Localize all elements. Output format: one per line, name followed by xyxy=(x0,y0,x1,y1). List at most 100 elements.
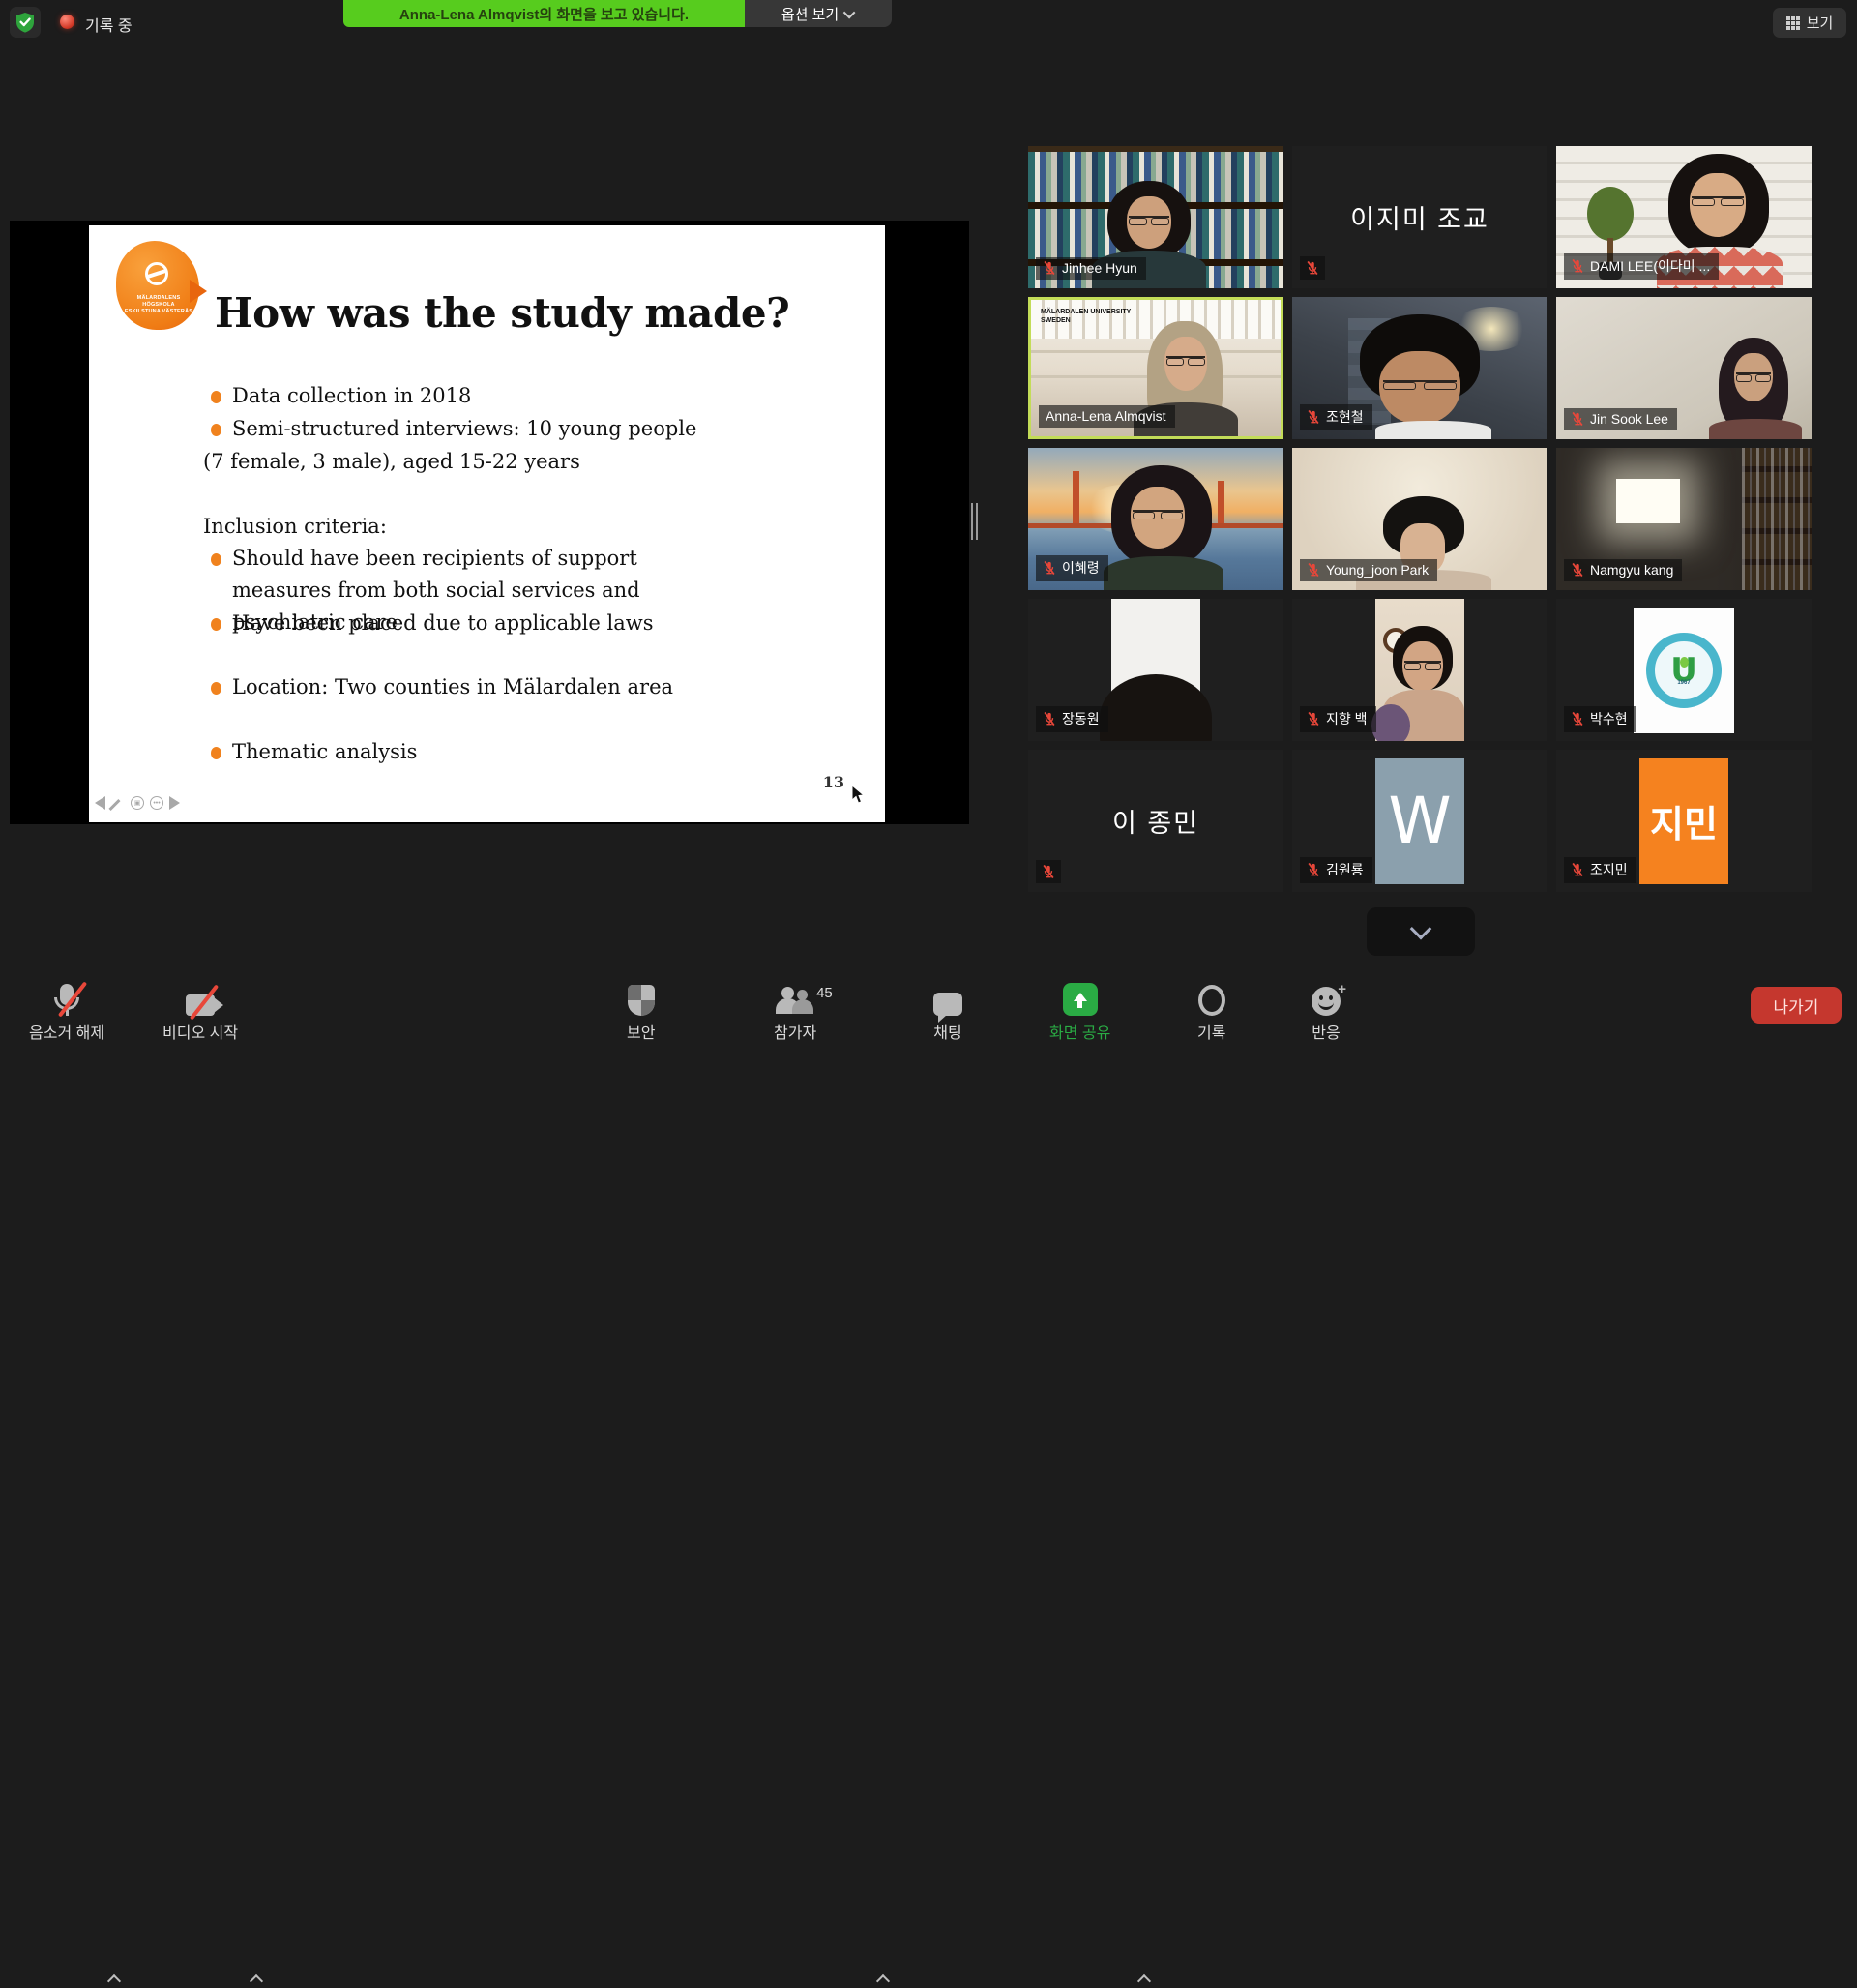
chat-label: 채팅 xyxy=(933,1020,961,1043)
camera-off-icon xyxy=(186,987,215,1016)
participant-name-label: 이혜령 xyxy=(1036,555,1108,581)
video-tile-lee-jimi[interactable]: 이지미 조교 xyxy=(1292,146,1548,288)
leave-meeting-button[interactable]: 나가기 xyxy=(1751,987,1842,1024)
chat-button[interactable]: 채팅 xyxy=(933,981,962,1043)
previous-slide-icon[interactable] xyxy=(95,796,105,810)
video-tile-dami-lee[interactable]: DAMI LEE(이다미 ... xyxy=(1556,146,1812,288)
start-video-button[interactable]: 비디오 시작 xyxy=(162,981,238,1043)
participant-name-label: Jin Sook Lee xyxy=(1564,408,1677,430)
video-tile-cho-ji-min[interactable]: 지민 조지민 xyxy=(1556,750,1812,892)
pen-tool-icon[interactable] xyxy=(111,796,125,810)
muted-mic-icon xyxy=(1571,258,1584,274)
slide-title: How was the study made? xyxy=(215,289,789,337)
muted-mic-icon xyxy=(1307,562,1320,578)
logo-text-line2: ESKILSTUNA VÄSTERÅS xyxy=(125,309,192,314)
university-logo-line2: SWEDEN xyxy=(1041,317,1071,324)
record-icon xyxy=(1198,985,1225,1016)
participant-name: Anna-Lena Almqvist xyxy=(1046,408,1166,424)
slide-bullet: Thematic analysis xyxy=(232,736,735,768)
view-options-label: 옵션 보기 xyxy=(781,4,839,24)
video-tile-lee-jong-min[interactable]: 이 종민 xyxy=(1028,750,1283,892)
participants-count: 45 xyxy=(816,985,833,1001)
participant-name: DAMI LEE(이다미 ... xyxy=(1590,256,1710,276)
collapse-gallery-button[interactable] xyxy=(1367,907,1475,956)
bridge-tower xyxy=(1218,481,1224,525)
participant-name-label: 조지민 xyxy=(1564,857,1636,883)
video-tile-park-su-hyun[interactable]: U 1967 박수현 xyxy=(1556,599,1812,741)
video-tile-cho-hyun-chul[interactable]: 조현철 xyxy=(1292,297,1548,439)
portrait-video-strip xyxy=(1111,599,1200,741)
reactions-button[interactable]: + 반응 xyxy=(1312,981,1341,1043)
logo-text-line1: MÄLARDALENS HÖGSKOLA xyxy=(137,295,181,308)
shared-screen-area: MÄLARDALENS HÖGSKOLA ESKILSTUNA VÄSTERÅS… xyxy=(10,221,969,824)
security-label: 보안 xyxy=(627,1020,655,1043)
reactions-smiley-icon: + xyxy=(1312,987,1341,1016)
participants-options-chevron[interactable] xyxy=(876,1974,890,1988)
record-button[interactable]: 기록 xyxy=(1197,981,1225,1043)
share-screen-icon xyxy=(1063,983,1098,1016)
recording-dot-icon xyxy=(60,15,74,29)
malardalen-hogskola-logo: MÄLARDALENS HÖGSKOLA ESKILSTUNA VÄSTERÅS xyxy=(116,241,209,334)
mouse-cursor-icon xyxy=(851,785,866,805)
security-shield-button[interactable] xyxy=(10,7,41,38)
name-avatar: 지민 xyxy=(1639,758,1728,884)
video-tile-anna-lena-almqvist-active-speaker[interactable]: MÄLARDALEN UNIVERSITY SWEDEN Anna-Lena A… xyxy=(1028,297,1283,439)
participant-mute-badge xyxy=(1300,256,1325,280)
video-tile-jin-sook-lee[interactable]: Jin Sook Lee xyxy=(1556,297,1812,439)
participant-name-label: 김원룡 xyxy=(1300,857,1372,883)
letter-avatar: W xyxy=(1375,758,1464,884)
chevron-down-icon xyxy=(843,6,856,18)
share-screen-label: 화면 공유 xyxy=(1049,1020,1110,1043)
muted-mic-icon xyxy=(1043,711,1056,727)
participants-label: 참가자 xyxy=(774,1020,816,1043)
view-button[interactable]: 보기 xyxy=(1773,8,1846,38)
security-button[interactable]: 보안 xyxy=(627,981,655,1043)
meeting-toolbar: 음소거 해제 비디오 시작 보안 45 참가자 채팅 화면 공유 기록 xyxy=(0,975,1857,1045)
leave-label: 나가기 xyxy=(1774,994,1819,1018)
share-screen-button[interactable]: 화면 공유 xyxy=(1049,981,1110,1043)
avatar-letter: W xyxy=(1375,758,1464,884)
gallery-grid-icon xyxy=(1786,16,1800,30)
participant-name: 박수현 xyxy=(1590,709,1628,728)
laser-pointer-icon[interactable]: ▣ xyxy=(131,796,144,810)
muted-mic-icon xyxy=(1307,862,1320,877)
slide-bullet: Data collection in 2018 xyxy=(232,380,735,412)
more-options-icon[interactable]: ••• xyxy=(150,796,163,810)
unmute-button[interactable]: 음소거 해제 xyxy=(29,981,104,1043)
participant-name: 이혜령 xyxy=(1062,558,1100,578)
video-tile-jinhee-hyun[interactable]: Jinhee Hyun xyxy=(1028,146,1283,288)
video-tile-jang-dong-won[interactable]: 장동원 xyxy=(1028,599,1283,741)
slide-text-line: (7 female, 3 male), aged 15-22 years xyxy=(203,446,706,478)
muted-mic-icon xyxy=(1307,711,1320,727)
participant-name: 조현철 xyxy=(1326,407,1364,427)
slide-bullet: Have been placed due to applicable laws xyxy=(232,608,735,639)
shield-check-icon xyxy=(15,12,35,33)
participants-icon xyxy=(776,987,814,1016)
share-options-chevron[interactable] xyxy=(1137,1974,1151,1988)
participants-button[interactable]: 45 참가자 xyxy=(774,981,816,1043)
start-video-label: 비디오 시작 xyxy=(162,1020,238,1043)
video-options-chevron[interactable] xyxy=(250,1974,263,1988)
muted-mic-icon xyxy=(1571,862,1584,877)
participant-name: 지향 백 xyxy=(1326,709,1368,728)
video-tile-kim-won-ryong[interactable]: W 김원룡 xyxy=(1292,750,1548,892)
slide-bullet: Location: Two counties in Mälardalen are… xyxy=(232,671,735,703)
video-tile-young-joon-park[interactable]: Young_joon Park xyxy=(1292,448,1548,590)
mic-options-chevron[interactable] xyxy=(107,1974,121,1988)
video-tile-jihyang-baek[interactable]: 지향 백 xyxy=(1292,599,1548,741)
university-logo-line1: MÄLARDALEN UNIVERSITY xyxy=(1041,309,1131,315)
participant-name: 장동원 xyxy=(1062,709,1100,728)
view-options-button[interactable]: 옵션 보기 xyxy=(745,0,892,27)
participant-name-label: Young_joon Park xyxy=(1300,559,1437,581)
university-logo-text: MÄLARDALEN UNIVERSITY SWEDEN xyxy=(1041,308,1131,325)
video-tile-lee-hye-ryung[interactable]: 이혜령 xyxy=(1028,448,1283,590)
panel-resize-handle[interactable] xyxy=(971,503,980,540)
slide-nav-controls[interactable]: ▣ ••• xyxy=(95,796,180,810)
video-tile-namgyu-kang[interactable]: Namgyu kang xyxy=(1556,448,1812,590)
next-slide-icon[interactable] xyxy=(169,796,180,810)
mic-muted-icon xyxy=(54,984,79,1016)
logo-year: 1967 xyxy=(1655,680,1713,686)
participant-name: Jinhee Hyun xyxy=(1062,260,1137,276)
association-logo-avatar: U 1967 xyxy=(1634,608,1734,733)
muted-mic-icon xyxy=(1571,711,1584,727)
